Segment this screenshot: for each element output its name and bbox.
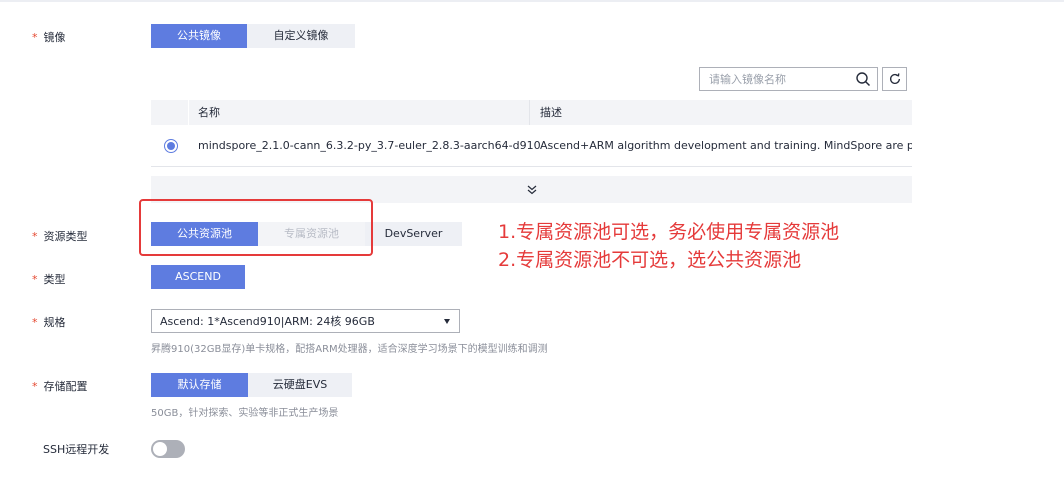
- resource-type-label: * 资源类型: [32, 230, 88, 243]
- table-header: 名称 描述: [151, 100, 912, 125]
- refresh-button[interactable]: [882, 67, 907, 91]
- image-search-box: [699, 67, 878, 91]
- top-divider: [0, 0, 1064, 2]
- storage-hint: 50GB，针对探索、实验等非正式生产场景: [151, 408, 339, 419]
- spec-hint: 昇腾910(32GB显存)单卡规格，配搭ARM处理器，适合深度学习场景下的模型训…: [151, 344, 548, 355]
- refresh-icon: [889, 73, 900, 84]
- annotation-highlight-box: [139, 199, 373, 256]
- required-mark: *: [32, 316, 38, 329]
- double-chevron-down-icon: [527, 185, 536, 194]
- annotation-line-1: 1.专属资源池可选，务必使用专属资源池: [498, 221, 840, 243]
- toggle-knob: [153, 442, 167, 456]
- spec-selected-value: Ascend: 1*Ascend910|ARM: 24核 96GB: [160, 315, 375, 328]
- image-tabs: 公共镜像 自定义镜像: [151, 24, 355, 48]
- image-table: 名称 描述 mindspore_2.1.0-cann_6.3.2-py_3.7-…: [151, 100, 912, 167]
- spec-label: * 规格: [32, 316, 66, 329]
- column-header-name: 名称: [188, 100, 529, 125]
- image-name-cell: mindspore_2.1.0-cann_6.3.2-py_3.7-euler_…: [198, 139, 541, 152]
- caret-down-icon: [444, 319, 450, 324]
- image-description-cell: Ascend+ARM algorithm development and tra…: [540, 139, 912, 152]
- column-header-description: 描述: [529, 100, 912, 125]
- spec-select[interactable]: Ascend: 1*Ascend910|ARM: 24核 96GB: [151, 309, 460, 333]
- image-label: * 镜像: [32, 31, 66, 44]
- type-options: ASCEND: [151, 265, 245, 289]
- storage-evs-button[interactable]: 云硬盘EVS: [248, 373, 352, 397]
- required-mark: *: [32, 230, 38, 243]
- storage-label: * 存储配置: [32, 380, 88, 393]
- ssh-label: SSH远程开发: [43, 443, 110, 456]
- required-mark: *: [32, 273, 38, 286]
- required-mark: *: [32, 31, 38, 44]
- radio-dot: [166, 141, 175, 150]
- image-search-input[interactable]: [700, 68, 848, 90]
- tab-custom-image[interactable]: 自定义镜像: [247, 24, 355, 48]
- row-radio[interactable]: [163, 138, 178, 153]
- type-label: * 类型: [32, 273, 66, 286]
- table-row[interactable]: mindspore_2.1.0-cann_6.3.2-py_3.7-euler_…: [151, 125, 912, 167]
- resource-devserver-button[interactable]: DevServer: [365, 222, 462, 246]
- storage-options: 默认存储 云硬盘EVS: [151, 373, 352, 397]
- annotation-line-2: 2.专属资源池不可选，选公共资源池: [498, 249, 802, 271]
- search-icon[interactable]: [855, 71, 871, 87]
- tab-public-image[interactable]: 公共镜像: [151, 24, 247, 48]
- ssh-toggle[interactable]: [151, 440, 185, 458]
- storage-default-button[interactable]: 默认存储: [151, 373, 248, 397]
- type-ascend-button[interactable]: ASCEND: [151, 265, 245, 289]
- required-mark: *: [32, 380, 38, 393]
